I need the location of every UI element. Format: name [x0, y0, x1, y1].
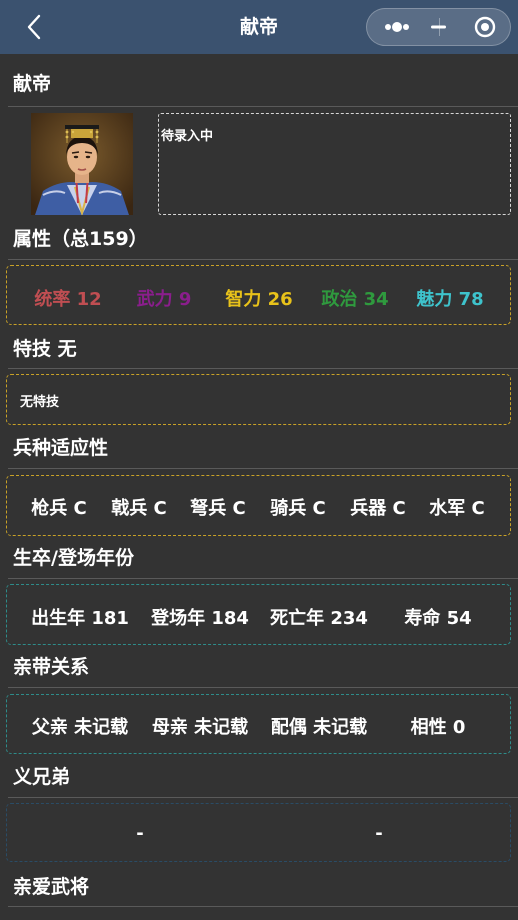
troop-cavalry: 骑兵 C: [270, 498, 326, 519]
nav-bar: 献帝: [0, 0, 518, 54]
close-target-icon[interactable]: [462, 9, 510, 45]
troop-aptitude-heading: 兵种适应性: [13, 437, 109, 459]
more-dots-icon[interactable]: [371, 9, 419, 45]
app-root: 献帝 献帝 待录入中 属性（总159） 统率 12 武力 9 智力 26 政治 …: [0, 0, 518, 920]
favorite-generals-heading: 亲爱武将: [13, 876, 90, 898]
attributes-heading: 属性（总159）: [13, 228, 148, 250]
stat-intelligence: 智力 26: [225, 289, 293, 310]
sworn-brother-slot: -: [375, 823, 383, 844]
capsule-menu: [366, 8, 511, 46]
relation-mother: 母亲 未记载: [151, 717, 249, 738]
stat-charisma: 魅力 78: [416, 289, 484, 310]
years-heading: 生卒/登场年份: [13, 547, 134, 569]
relation-father: 父亲 未记载: [31, 717, 129, 738]
troop-crossbow: 弩兵 C: [190, 498, 246, 519]
relation-spouse: 配偶 未记载: [270, 717, 368, 738]
skill-text: 无特技: [20, 395, 60, 410]
divider: [8, 106, 518, 107]
divider: [8, 578, 518, 579]
years-box: 出生年 181 登场年 184 死亡年 234 寿命 54: [6, 584, 511, 645]
general-name-heading: 献帝: [13, 73, 52, 95]
skill-heading: 特技 无: [13, 338, 77, 360]
stat-politics: 政治 34: [321, 289, 389, 310]
divider: [8, 259, 518, 260]
sworn-brothers-heading: 义兄弟: [13, 766, 71, 788]
relation-compatibility: 相性 0: [410, 717, 466, 738]
troop-aptitude-box: 枪兵 C 戟兵 C 弩兵 C 骑兵 C 兵器 C 水军 C: [6, 475, 511, 536]
lifespan: 寿命 54: [404, 608, 472, 629]
divider: [8, 368, 518, 369]
divider: [8, 687, 518, 688]
general-portrait: [31, 113, 133, 215]
troop-navy: 水军 C: [429, 498, 485, 519]
birth-year: 出生年 181: [31, 608, 129, 629]
attributes-box: 统率 12 武力 9 智力 26 政治 34 魅力 78: [6, 265, 511, 325]
troop-siege: 兵器 C: [350, 498, 406, 519]
troop-halberd: 戟兵 C: [111, 498, 167, 519]
sworn-brothers-box: - -: [6, 803, 511, 862]
chevron-left-icon[interactable]: [20, 13, 48, 41]
troop-spear: 枪兵 C: [31, 498, 87, 519]
skill-box: 无特技: [6, 374, 511, 425]
divider: [8, 906, 518, 907]
death-year: 死亡年 234: [270, 608, 368, 629]
divider: [8, 797, 518, 798]
biography-text: 待录入中: [161, 129, 214, 144]
divider: [8, 468, 518, 469]
stat-war: 武力 9: [136, 289, 192, 310]
stat-leadership: 统率 12: [34, 289, 102, 310]
debut-year: 登场年 184: [151, 608, 249, 629]
relations-heading: 亲带关系: [13, 656, 90, 678]
relations-box: 父亲 未记载 母亲 未记载 配偶 未记载 相性 0: [6, 694, 511, 754]
sworn-brother-slot: -: [136, 823, 144, 844]
minimize-icon[interactable]: [415, 9, 461, 45]
biography-box: 待录入中: [158, 113, 511, 215]
